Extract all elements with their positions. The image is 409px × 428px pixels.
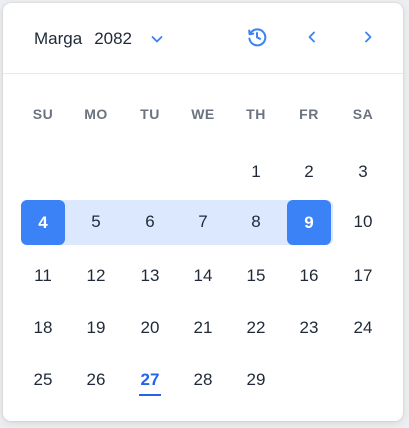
- calendar-day[interactable]: 7: [181, 200, 225, 244]
- calendar-day[interactable]: 14: [181, 254, 225, 298]
- date-picker-popover: Marga 2082 SU MO TU WE TH FR SA 1 2 3 4 …: [3, 3, 403, 421]
- range-start-day[interactable]: 4: [21, 200, 65, 245]
- calendar-day[interactable]: 28: [181, 358, 225, 402]
- calendar-day[interactable]: 16: [287, 254, 331, 298]
- today-indicator: [139, 394, 161, 396]
- calendar-day[interactable]: 10: [341, 200, 385, 244]
- calendar-day[interactable]: 15: [234, 254, 278, 298]
- calendar-day[interactable]: 8: [234, 200, 278, 244]
- calendar-day[interactable]: 18: [21, 306, 65, 350]
- today-day[interactable]: 27: [128, 358, 172, 402]
- calendar-day[interactable]: 20: [128, 306, 172, 350]
- calendar-day[interactable]: 22: [234, 306, 278, 350]
- calendar-day[interactable]: 26: [74, 358, 118, 402]
- calendar-day[interactable]: 25: [21, 358, 65, 402]
- calendar-day[interactable]: 5: [74, 200, 118, 244]
- range-end-day[interactable]: 9: [287, 200, 331, 245]
- calendar-day[interactable]: 12: [74, 254, 118, 298]
- calendar-day[interactable]: 17: [341, 254, 385, 298]
- calendar-day[interactable]: 23: [287, 306, 331, 350]
- calendar-day[interactable]: 19: [74, 306, 118, 350]
- calendar-day[interactable]: 6: [128, 200, 172, 244]
- calendar-day[interactable]: 2: [287, 150, 331, 194]
- calendar-day[interactable]: 1: [234, 150, 278, 194]
- calendar-day[interactable]: 11: [21, 254, 65, 298]
- calendar-day[interactable]: 24: [341, 306, 385, 350]
- calendar-day[interactable]: 29: [234, 358, 278, 402]
- calendar-day[interactable]: 21: [181, 306, 225, 350]
- calendar-day[interactable]: 13: [128, 254, 172, 298]
- calendar-day[interactable]: 3: [341, 150, 385, 194]
- calendar-day-grid: 1 2 3 4 5 6 7 8 9 10 11 12 13 14 15 16 17 18 19 20 21 22 23 24 2…: [3, 3, 403, 421]
